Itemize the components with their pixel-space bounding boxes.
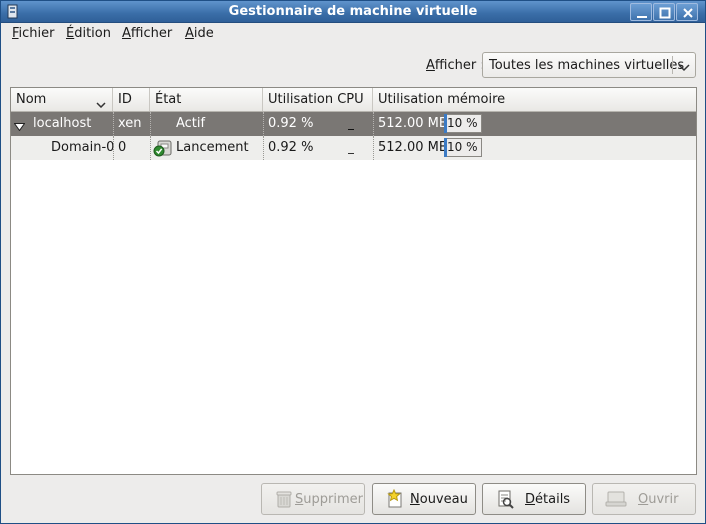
- cell-cpu: 0.92 %: [263, 136, 313, 160]
- column-header-state-label: État: [155, 92, 182, 107]
- open-button-label: Ouvrir: [638, 492, 679, 507]
- new-button-label: Nouveau: [410, 492, 468, 507]
- delete-button-label: Supprimer: [295, 492, 363, 507]
- cell-name: Domain-0: [51, 140, 115, 155]
- new-star-icon: [385, 488, 405, 513]
- vm-table[interactable]: Nom ID État Utilisation CPU Utilisation …: [10, 87, 697, 475]
- console-icon: [605, 489, 627, 513]
- column-header-id-label: ID: [118, 92, 132, 107]
- column-header-memory[interactable]: Utilisation mémoire: [373, 88, 696, 111]
- expander-expanded-icon[interactable]: [13, 120, 26, 135]
- table-row-domain-0[interactable]: Domain-0 0 Lancement 0.92 % 512.00 MB 10…: [11, 136, 696, 160]
- details-button-label: Détails: [525, 492, 571, 507]
- column-header-id[interactable]: ID: [113, 88, 150, 111]
- memory-usage-bar: 10 %: [444, 114, 482, 133]
- trash-icon: [274, 489, 294, 513]
- cell-name: localhost: [33, 116, 92, 131]
- cell-id: 0: [113, 136, 126, 160]
- chevron-down-icon: [678, 61, 690, 76]
- cpu-graph: [348, 129, 354, 130]
- filter-dropdown[interactable]: Toutes les machines virtuelles: [482, 52, 696, 78]
- details-button[interactable]: Détails: [482, 483, 586, 515]
- menu-edition[interactable]: Édition: [66, 26, 111, 41]
- column-header-state[interactable]: État: [150, 88, 263, 111]
- cpu-graph: [348, 153, 354, 154]
- column-header-memory-label: Utilisation mémoire: [378, 92, 506, 107]
- menu-fichier[interactable]: Fichier: [12, 26, 55, 41]
- menu-bar: Fichier Édition Afficher Aide: [1, 23, 705, 45]
- close-button[interactable]: [676, 3, 698, 21]
- table-header: Nom ID État Utilisation CPU Utilisation …: [11, 88, 696, 112]
- maximize-icon: [659, 7, 671, 19]
- cell-state: Actif: [150, 112, 205, 136]
- delete-button[interactable]: Supprimer: [261, 483, 365, 515]
- column-header-cpu-label: Utilisation CPU: [268, 92, 364, 107]
- filter-selected-value: Toutes les machines virtuelles: [489, 58, 685, 73]
- filter-label: Afficher :: [426, 58, 485, 73]
- column-header-cpu[interactable]: Utilisation CPU: [263, 88, 373, 111]
- title-bar[interactable]: Gestionnaire de machine virtuelle: [1, 1, 705, 23]
- menu-aide[interactable]: Aide: [185, 26, 214, 41]
- table-row-localhost[interactable]: localhost xen Actif 0.92 % 512.00 MB 10 …: [11, 112, 696, 136]
- menu-afficher[interactable]: Afficher: [122, 26, 172, 41]
- main-window: Gestionnaire de machine virtuelle Fichie…: [0, 0, 706, 524]
- cell-cpu: 0.92 %: [263, 112, 313, 136]
- cell-memory: 512.00 MB: [373, 136, 448, 160]
- minimize-button[interactable]: [630, 3, 652, 21]
- maximize-button[interactable]: [653, 3, 675, 21]
- window-title: Gestionnaire de machine virtuelle: [228, 4, 478, 19]
- column-header-name[interactable]: Nom: [11, 88, 113, 111]
- details-icon: [495, 489, 515, 513]
- cell-state: Lancement: [150, 136, 249, 160]
- dropdown-separator: [672, 56, 673, 74]
- minimize-icon: [637, 16, 647, 18]
- sort-descending-icon: [96, 97, 106, 112]
- column-header-name-label: Nom: [16, 92, 47, 107]
- memory-usage-bar: 10 %: [444, 138, 482, 157]
- close-icon: [683, 8, 693, 18]
- open-button[interactable]: Ouvrir: [592, 483, 696, 515]
- cell-memory: 512.00 MB: [373, 112, 448, 136]
- cell-id: xen: [113, 112, 142, 136]
- new-button[interactable]: Nouveau: [372, 483, 476, 515]
